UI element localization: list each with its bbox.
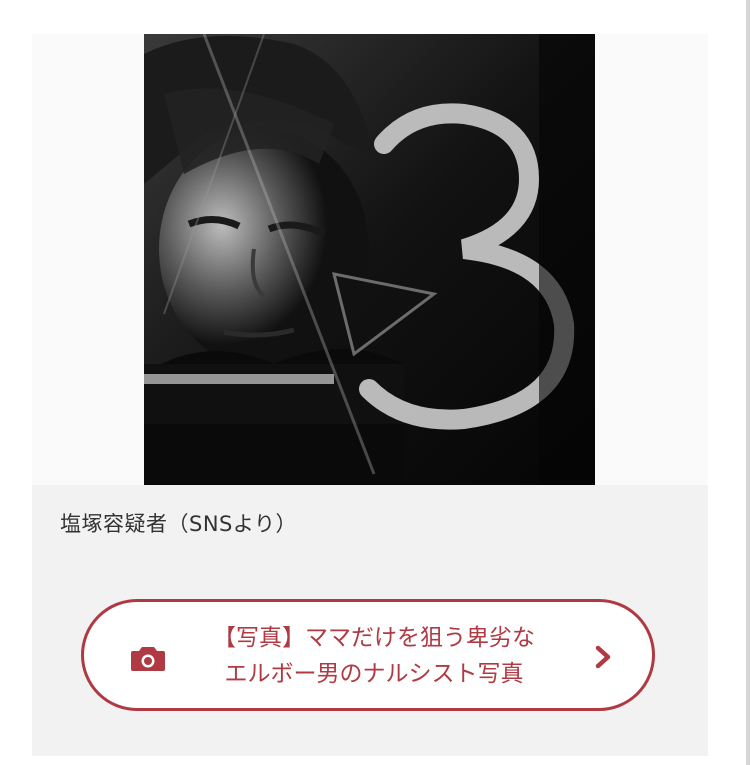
camera-icon xyxy=(131,647,165,671)
scrollbar-track[interactable] xyxy=(746,0,750,765)
chevron-right-icon xyxy=(595,645,611,669)
article-figure: 塩塚容疑者（SNSより） 【写真】ママだけを狙う卑劣な エルボー男のナルシスト写… xyxy=(32,34,708,756)
suspect-photo xyxy=(144,34,595,485)
related-article-link[interactable]: 【写真】ママだけを狙う卑劣な エルボー男のナルシスト写真 xyxy=(81,599,655,711)
related-link-text[interactable]: 【写真】ママだけを狙う卑劣な エルボー男のナルシスト写真 xyxy=(184,620,564,692)
suspect-photo-image xyxy=(144,34,595,485)
photo-container xyxy=(32,34,708,485)
related-link-line1: 【写真】ママだけを狙う卑劣な xyxy=(213,625,535,651)
page: 塩塚容疑者（SNSより） 【写真】ママだけを狙う卑劣な エルボー男のナルシスト写… xyxy=(0,0,750,765)
related-link-line2: エルボー男のナルシスト写真 xyxy=(224,661,524,687)
photo-caption: 塩塚容疑者（SNSより） xyxy=(60,512,297,536)
